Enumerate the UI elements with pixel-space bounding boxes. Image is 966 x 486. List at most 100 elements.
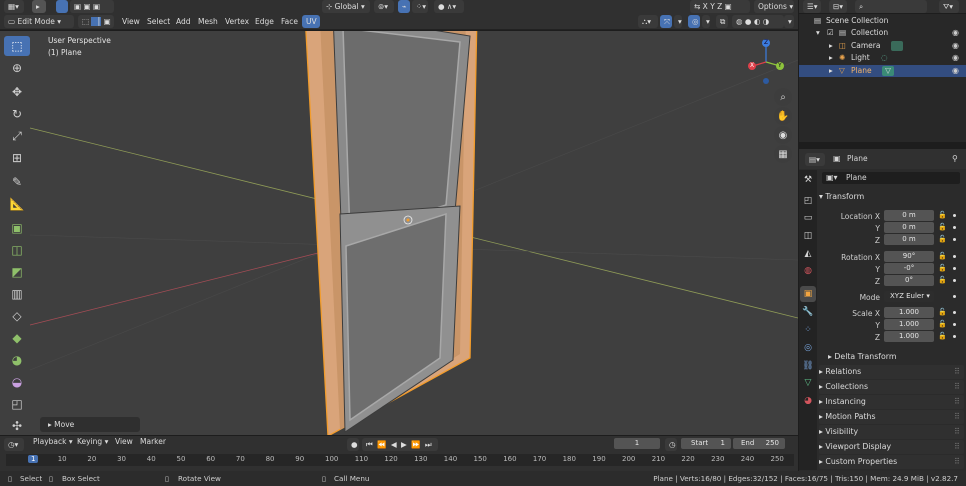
- menu-uv[interactable]: UV: [302, 15, 320, 28]
- keyframe-dot-icon[interactable]: [953, 323, 956, 326]
- snap-target-icon[interactable]: ⁘▾: [412, 0, 428, 13]
- rotate-icon[interactable]: ↻: [4, 104, 30, 124]
- preview-range-icon[interactable]: ◷: [665, 438, 677, 451]
- drag-handle-icon[interactable]: ⠿: [954, 440, 960, 454]
- timeline-menu-view[interactable]: View: [115, 435, 133, 449]
- visibility-panel-header[interactable]: ▸ Visibility ⠿: [819, 425, 964, 439]
- lock-icon[interactable]: 🔓: [938, 332, 947, 340]
- overlay-dropdown-icon[interactable]: ▾: [702, 15, 710, 28]
- lock-icon[interactable]: 🔓: [938, 308, 947, 316]
- expand-icon[interactable]: ▾: [816, 27, 820, 39]
- cursor-icon[interactable]: ⊕: [4, 58, 30, 78]
- world-tab-icon[interactable]: ◍: [800, 263, 816, 279]
- instancing-panel-header[interactable]: ▸ Instancing ⠿: [819, 395, 964, 409]
- editor-type-button[interactable]: ▦▾: [4, 0, 24, 13]
- outliner-type-icon[interactable]: ☰▾: [803, 0, 821, 13]
- drag-handle-icon[interactable]: ⠿: [954, 380, 960, 394]
- pan-hand-icon[interactable]: ✋: [774, 107, 792, 125]
- scale-x-field[interactable]: 1.000: [884, 307, 934, 318]
- object-tab-icon[interactable]: ▣: [800, 286, 816, 302]
- 3d-viewport[interactable]: User Perspective (1) Plane Z Y X ⌕ ✋ ◉ ▦…: [0, 31, 798, 435]
- drag-handle-icon[interactable]: ⠿: [954, 395, 960, 409]
- object-name-field[interactable]: ▣▾ Plane: [822, 172, 960, 184]
- snap-icon[interactable]: ⌁: [398, 0, 410, 13]
- bevel-icon[interactable]: ◩: [4, 262, 30, 282]
- outliner-item-plane[interactable]: ▸ ▽ Plane ▽ ◉: [799, 65, 966, 77]
- smooth-icon[interactable]: ◒: [4, 372, 30, 392]
- motion-paths-panel-header[interactable]: ▸ Motion Paths ⠿: [819, 410, 964, 424]
- expand-icon[interactable]: ▸: [829, 40, 833, 52]
- frame-ruler[interactable]: 1 10 20 30 40 50 60 70 80 90 100 110 120 130 140 150 160…: [6, 454, 794, 466]
- physics-tab-icon[interactable]: ◎: [800, 340, 816, 356]
- keyframe-dot-icon[interactable]: [953, 311, 956, 314]
- start-frame-field[interactable]: Start 1: [681, 438, 731, 449]
- lock-icon[interactable]: 🔓: [938, 211, 947, 219]
- menu-vertex[interactable]: Vertex: [225, 13, 249, 30]
- mirror-axes[interactable]: ⇆ X Y Z ▣: [690, 0, 750, 13]
- collections-panel-header[interactable]: ▸ Collections ⠿: [819, 380, 964, 394]
- ortho-grid-icon[interactable]: ▦: [774, 145, 792, 163]
- eye-icon[interactable]: ◉: [952, 52, 959, 64]
- annotate-icon[interactable]: ✎: [4, 172, 30, 192]
- keyframe-dot-icon[interactable]: [953, 267, 956, 270]
- mesh-data-tab-icon[interactable]: ▽: [800, 375, 816, 391]
- eye-icon[interactable]: ◉: [952, 65, 959, 77]
- keyframe-dot-icon[interactable]: [953, 255, 956, 258]
- scale-z-field[interactable]: 1.000: [884, 331, 934, 342]
- edge-slide-icon[interactable]: ◰: [4, 394, 30, 414]
- viewport-display-panel-header[interactable]: ▸ Viewport Display ⠿: [819, 440, 964, 454]
- overlay-icon[interactable]: ◎: [688, 15, 700, 28]
- poly-build-icon[interactable]: ◆: [4, 328, 30, 348]
- timeline-type-icon[interactable]: ◷▾: [4, 438, 24, 451]
- custom-properties-panel-header[interactable]: ▸ Custom Properties ⠿: [819, 455, 964, 469]
- inset-icon[interactable]: ◫: [4, 240, 30, 260]
- rotation-x-field[interactable]: 90°: [884, 251, 934, 262]
- relations-panel-header[interactable]: ▸ Relations ⠿: [819, 365, 964, 379]
- proportional-edit-icon[interactable]: ● ∧▾: [434, 0, 464, 13]
- drag-handle-icon[interactable]: ⠿: [954, 365, 960, 379]
- outliner-item-camera[interactable]: ▸ ◫ Camera ◉: [799, 40, 966, 52]
- timeline-menu-playback[interactable]: Playback ▾: [33, 435, 73, 449]
- location-y-field[interactable]: 0 m: [884, 222, 934, 233]
- render-tab-icon[interactable]: ◰: [800, 193, 816, 209]
- last-operator-panel[interactable]: ▸ Move: [40, 417, 140, 432]
- shading-modes[interactable]: ◍ ● ◐ ◑: [732, 15, 784, 28]
- visibility-icon[interactable]: ⛬▾: [638, 15, 658, 28]
- expand-icon[interactable]: ▸: [829, 52, 833, 64]
- delta-transform-subpanel[interactable]: ▸ Delta Transform: [828, 350, 962, 364]
- extrude-icon[interactable]: ▣: [4, 218, 30, 238]
- outliner-item-light[interactable]: ▸ ✺ Light ◌ ◉: [799, 52, 966, 64]
- output-tab-icon[interactable]: ▭: [800, 210, 816, 226]
- timeline-menu-marker[interactable]: Marker: [140, 435, 166, 449]
- menu-mesh[interactable]: Mesh: [198, 13, 218, 30]
- rotation-y-field[interactable]: -0°: [884, 263, 934, 274]
- rotation-mode-dropdown[interactable]: XYZ Euler ▾: [884, 291, 934, 302]
- select-new-icon[interactable]: [56, 0, 68, 13]
- current-frame-field[interactable]: 1: [614, 438, 660, 449]
- select-box-icon[interactable]: ⬚: [4, 36, 30, 56]
- pin-icon[interactable]: ⚲: [952, 154, 958, 163]
- menu-select[interactable]: Select: [147, 13, 170, 30]
- display-mode-icon[interactable]: ⊟▾: [829, 0, 847, 13]
- lock-icon[interactable]: 🔓: [938, 276, 947, 284]
- expand-icon[interactable]: ▸: [829, 65, 833, 77]
- lock-icon[interactable]: 🔓: [938, 252, 947, 260]
- orientation-dropdown[interactable]: ⊹ Global ▾: [322, 0, 370, 13]
- menu-add[interactable]: Add: [176, 13, 191, 30]
- scale-icon[interactable]: ⤢: [4, 126, 30, 146]
- tool-tab-icon[interactable]: ⚒: [800, 172, 816, 188]
- gizmo-icon[interactable]: ⤧: [660, 15, 672, 28]
- constraints-tab-icon[interactable]: ⛓: [800, 358, 816, 374]
- drag-handle-icon[interactable]: ⠿: [954, 410, 960, 424]
- checkbox-icon[interactable]: ☑: [827, 27, 834, 39]
- modifier-tab-icon[interactable]: 🔧: [800, 304, 816, 320]
- eye-icon[interactable]: ◉: [952, 40, 959, 52]
- drag-handle-icon[interactable]: ⠿: [954, 455, 960, 469]
- outliner-item-collection[interactable]: ▾ ☑ ▤ Collection ◉: [799, 27, 966, 39]
- scale-y-field[interactable]: 1.000: [884, 319, 934, 330]
- keyframe-dot-icon[interactable]: [953, 214, 956, 217]
- camera-data-icon[interactable]: [891, 41, 903, 51]
- spin-icon[interactable]: ◕: [4, 350, 30, 370]
- zoom-icon[interactable]: ⌕: [774, 88, 792, 106]
- select-mode-toggle[interactable]: ⬚ ▕ ▣: [78, 15, 114, 28]
